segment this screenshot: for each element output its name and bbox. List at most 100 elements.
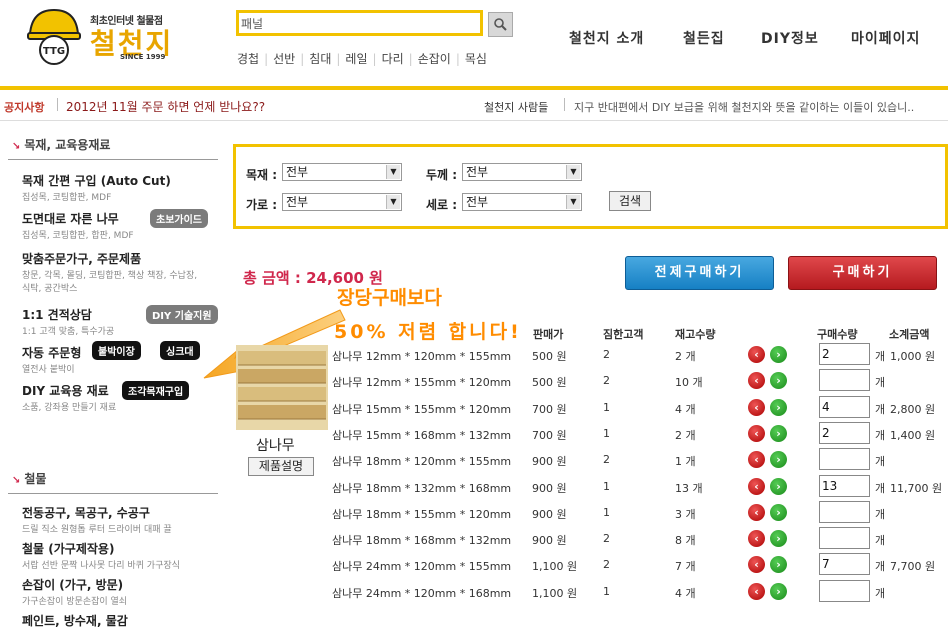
chevron-down-icon: ▼: [386, 165, 400, 179]
increase-icon[interactable]: ›: [770, 424, 787, 442]
sidebar-item[interactable]: 목재 간편 구입 (Auto Cut) 집성목, 코팅합판, MDF: [22, 172, 171, 203]
row-min-order: 2: [603, 348, 610, 361]
product-image[interactable]: [236, 345, 328, 430]
sidebar-item[interactable]: DIY 교육용 재료 소품, 강좌용 만들기 재료 조각목재구입: [22, 381, 222, 413]
increase-icon[interactable]: ›: [770, 372, 787, 390]
table-row: 삼나무 15mm * 155mm * 120mm 700 원 1 4 개 ‹ › 4 개 2,8…: [330, 395, 948, 421]
separator: |: [336, 52, 341, 66]
wood-piece-badge[interactable]: 조각목재구입: [122, 381, 190, 400]
category-link[interactable]: 목심: [465, 52, 487, 66]
nav-about[interactable]: 철천지 소개: [569, 28, 644, 48]
increase-icon[interactable]: ›: [770, 451, 787, 469]
row-unit: 개: [875, 507, 886, 521]
sidebar-item[interactable]: 전동공구, 목공구, 수공구 드릴 직소 원형톱 루터 드라이버 대패 끌: [22, 504, 172, 535]
increase-icon[interactable]: ›: [770, 503, 787, 521]
row-stock: 10 개: [675, 376, 703, 390]
sidebar-section-title: ↘ 목재, 교육용재료: [8, 130, 218, 160]
logo-icon[interactable]: TTG: [24, 6, 84, 66]
decrease-icon[interactable]: ‹: [748, 346, 765, 363]
quantity-input[interactable]: [819, 579, 870, 602]
sidebar-item[interactable]: 자동 주문형 열전사 붙박이 붙박이장 싱크대: [22, 341, 222, 375]
separator: [564, 98, 565, 111]
sidebar-item[interactable]: 1:1 견적상담 1:1 고객 맞춤, 특수가공 DIY 기술지원: [22, 305, 222, 337]
row-subtotal: 7,700 원: [890, 560, 936, 574]
nav-diy-info[interactable]: DIY정보: [761, 28, 819, 48]
sidebar-item[interactable]: 도면대로 자른 나무 집성목, 코팅합판, 합판, MDF 초보가이드: [22, 209, 222, 241]
sidebar-item-desc: 집성목, 코팅합판, MDF: [22, 193, 112, 203]
row-unit: 개: [875, 376, 886, 390]
product-name: 삼나무: [256, 438, 295, 454]
chevron-icon: ↘: [12, 141, 21, 152]
search-button[interactable]: [488, 12, 513, 37]
search-input[interactable]: [241, 15, 477, 32]
row-min-order: 1: [603, 400, 610, 414]
column-header-stock: 재고수량: [675, 328, 716, 341]
decrease-icon[interactable]: ‹: [748, 582, 765, 600]
quantity-input[interactable]: [819, 369, 870, 392]
decrease-icon[interactable]: ‹: [748, 398, 765, 416]
quantity-input[interactable]: 13: [819, 474, 870, 497]
decrease-icon[interactable]: ‹: [748, 477, 765, 495]
buy-button[interactable]: 구매하기: [788, 256, 937, 290]
decrease-icon[interactable]: ‹: [748, 424, 765, 442]
category-link[interactable]: 레일: [345, 52, 367, 66]
quantity-input[interactable]: [819, 500, 870, 523]
sidebar-item-desc: 서랍 선반 문짝 나사못 다리 바퀴 가구장식: [22, 561, 180, 571]
decrease-icon[interactable]: ‹: [748, 372, 765, 390]
nav-house[interactable]: 철든집: [683, 28, 725, 48]
quantity-input[interactable]: 7: [819, 553, 870, 576]
row-min-order: 1: [603, 426, 610, 440]
width-select[interactable]: 전부 ▼: [282, 193, 402, 211]
category-link[interactable]: 손잡이: [418, 52, 451, 66]
height-filter-label: 세로 :: [426, 198, 458, 212]
people-label: 철천지 사람들: [484, 101, 549, 114]
builtin-wardrobe-badge[interactable]: 붙박이장: [92, 341, 141, 360]
increase-icon[interactable]: ›: [770, 477, 787, 495]
sidebar-item-desc: 가구손잡이 방문손잡이 열쇠: [22, 597, 128, 607]
row-min-order: 1: [603, 584, 610, 598]
quantity-input[interactable]: 4: [819, 395, 870, 418]
table-row: 삼나무 18mm * 155mm * 120mm 900 원 1 3 개 ‹ › 개: [330, 500, 948, 526]
category-link[interactable]: 침대: [309, 52, 331, 66]
sidebar-item[interactable]: 페인트, 방수재, 물감: [22, 612, 128, 629]
quantity-input[interactable]: 2: [819, 343, 870, 365]
sidebar-section-label: 철물: [24, 472, 47, 486]
beginner-guide-badge[interactable]: 초보가이드: [150, 209, 208, 228]
people-link[interactable]: 지구 반대편에서 DIY 보급을 위해 철천지와 뜻을 같이하는 이들이 있습니…: [574, 99, 914, 115]
row-product-name: 삼나무 18mm * 168mm * 132mm: [332, 534, 512, 548]
thickness-select[interactable]: 전부 ▼: [462, 163, 582, 181]
quantity-input[interactable]: [819, 527, 870, 550]
category-link[interactable]: 선반: [273, 52, 295, 66]
decrease-icon[interactable]: ‹: [748, 530, 765, 548]
quantity-input[interactable]: 2: [819, 421, 870, 444]
product-description-button[interactable]: 제품설명: [248, 457, 314, 476]
sidebar-section-title: ↘ 철물: [8, 464, 218, 494]
nav-mypage[interactable]: 마이페이지: [851, 28, 920, 48]
increase-icon[interactable]: ›: [770, 556, 787, 574]
row-price: 900 원: [532, 455, 567, 469]
increase-icon[interactable]: ›: [770, 398, 787, 416]
increase-icon[interactable]: ›: [770, 582, 787, 600]
quantity-input[interactable]: [819, 448, 870, 471]
category-link[interactable]: 다리: [382, 52, 404, 66]
row-subtotal: 11,700 원: [890, 481, 943, 495]
wood-select[interactable]: 전부 ▼: [282, 163, 402, 181]
buy-all-button[interactable]: 전제구매하기: [625, 256, 774, 290]
sidebar-item[interactable]: 손잡이 (가구, 방문) 가구손잡이 방문손잡이 열쇠: [22, 576, 127, 607]
category-link[interactable]: 경첩: [237, 52, 259, 66]
increase-icon[interactable]: ›: [770, 346, 787, 363]
sink-badge[interactable]: 싱크대: [160, 341, 200, 360]
decrease-icon[interactable]: ‹: [748, 503, 765, 521]
decrease-icon[interactable]: ‹: [748, 556, 765, 574]
sidebar-item[interactable]: 철물 (가구제작용) 서랍 선반 문짝 나사못 다리 바퀴 가구장식: [22, 540, 180, 571]
notice-link[interactable]: 2012년 11월 주문 하면 언제 받나요??: [66, 98, 265, 115]
sidebar-list: 목재 간편 구입 (Auto Cut) 집성목, 코팅합판, MDF 도면대로 …: [8, 160, 218, 464]
thickness-filter-label: 두께 :: [426, 168, 458, 182]
filter-search-button[interactable]: 검색: [609, 191, 651, 211]
decrease-icon[interactable]: ‹: [748, 451, 765, 469]
column-header-min: 짐한고객: [603, 328, 644, 341]
increase-icon[interactable]: ›: [770, 530, 787, 548]
height-select[interactable]: 전부 ▼: [462, 193, 582, 211]
sidebar-item[interactable]: 맞춤주문가구, 주문제품 창문, 각목, 몰딩, 코팅합판, 책상 책장, 수납…: [22, 250, 202, 294]
table-row: 삼나무 18mm * 168mm * 132mm 900 원 2 8 개 ‹ › 개: [330, 526, 948, 552]
